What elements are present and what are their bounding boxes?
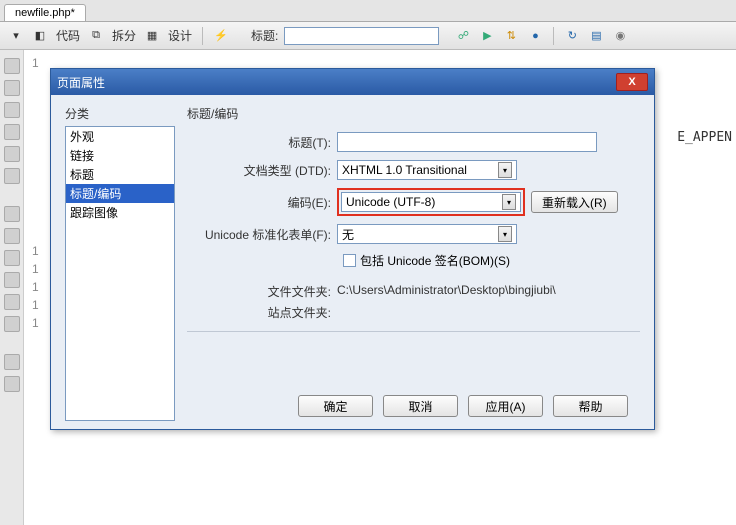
split-view-icon[interactable]: ⧉: [86, 26, 106, 46]
chevron-down-icon[interactable]: ▾: [498, 226, 512, 242]
encoding-highlight: Unicode (UTF-8) ▾: [337, 188, 525, 216]
chevron-down-icon[interactable]: ▾: [502, 194, 516, 210]
globe-icon[interactable]: ●: [525, 26, 545, 46]
file-tab[interactable]: newfile.php*: [4, 4, 86, 21]
reload-button[interactable]: 重新载入(R): [531, 191, 618, 213]
bom-checkbox-label[interactable]: 包括 Unicode 签名(BOM)(S): [360, 252, 510, 269]
line-number: 1: [32, 56, 39, 70]
filefolder-label: 文件文件夹:: [187, 283, 337, 300]
title-field[interactable]: [337, 132, 597, 152]
toolbar: ▾ ◧ 代码 ⧉ 拆分 ▦ 设计 ⚡ 标题: ☍ ▶ ⇅ ● ↻ ▤ ◉: [0, 22, 736, 50]
separator: [553, 27, 554, 45]
bom-checkbox[interactable]: [343, 254, 356, 267]
left-toolbar: [0, 50, 24, 525]
strip-icon[interactable]: [4, 294, 20, 310]
strip-icon[interactable]: [4, 376, 20, 392]
strip-icon[interactable]: [4, 58, 20, 74]
line-number: 1: [32, 262, 39, 276]
line-number: 1: [32, 298, 39, 312]
filefolder-value: C:\Users\Administrator\Desktop\bingjiubi…: [337, 283, 556, 300]
category-item-tracing[interactable]: 跟踪图像: [66, 203, 174, 222]
strip-icon[interactable]: [4, 168, 20, 184]
ok-button[interactable]: 确定: [298, 395, 373, 417]
strip-icon[interactable]: [4, 124, 20, 140]
normform-label: Unicode 标准化表单(F):: [187, 226, 337, 243]
list-icon[interactable]: ▤: [586, 26, 606, 46]
category-item-title-encoding[interactable]: 标题/编码: [66, 184, 174, 203]
separator: [202, 27, 203, 45]
apply-button[interactable]: 应用(A): [468, 395, 543, 417]
dtd-label: 文档类型 (DTD):: [187, 162, 337, 179]
encoding-label: 编码(E):: [187, 194, 337, 211]
line-number: 1: [32, 316, 39, 330]
category-list[interactable]: 外观 链接 标题 标题/编码 跟踪图像: [65, 126, 175, 421]
normform-combo[interactable]: 无 ▾: [337, 224, 517, 244]
category-column: 分类 外观 链接 标题 标题/编码 跟踪图像: [65, 105, 175, 421]
category-item-appearance[interactable]: 外观: [66, 127, 174, 146]
dialog-button-row: 确定 取消 应用(A) 帮助: [187, 395, 640, 417]
encoding-value: Unicode (UTF-8): [346, 195, 435, 209]
strip-icon[interactable]: [4, 206, 20, 222]
code-view-icon[interactable]: ◧: [30, 26, 50, 46]
close-button[interactable]: X: [616, 73, 648, 91]
title-label: 标题:: [249, 27, 280, 44]
separator-line: [187, 331, 640, 332]
design-view-label[interactable]: 设计: [166, 27, 194, 44]
strip-icon[interactable]: [4, 146, 20, 162]
section-label: 标题/编码: [187, 105, 640, 122]
strip-icon[interactable]: [4, 250, 20, 266]
tool-icon-2[interactable]: ▶: [477, 26, 497, 46]
dialog-titlebar[interactable]: 页面属性 X: [51, 69, 654, 95]
strip-icon[interactable]: [4, 272, 20, 288]
dtd-combo[interactable]: XHTML 1.0 Transitional ▾: [337, 160, 517, 180]
line-number: 1: [32, 280, 39, 294]
title-input[interactable]: [284, 27, 439, 45]
design-view-icon[interactable]: ▦: [142, 26, 162, 46]
dropdown-icon[interactable]: ▾: [6, 26, 26, 46]
category-item-links[interactable]: 链接: [66, 146, 174, 165]
dtd-value: XHTML 1.0 Transitional: [342, 163, 467, 177]
normform-value: 无: [342, 226, 354, 243]
split-view-label[interactable]: 拆分: [110, 27, 138, 44]
page-properties-dialog: 页面属性 X 分类 外观 链接 标题 标题/编码 跟踪图像 标题/编码 标题(T…: [50, 68, 655, 430]
title-field-label: 标题(T):: [187, 134, 337, 151]
sitefolder-label: 站点文件夹:: [187, 304, 337, 321]
refresh-icon[interactable]: ↻: [562, 26, 582, 46]
dialog-title: 页面属性: [57, 74, 616, 91]
tab-bar: newfile.php*: [0, 0, 736, 22]
code-fragment: E_APPEN: [677, 130, 732, 145]
form-column: 标题/编码 标题(T): 文档类型 (DTD): XHTML 1.0 Trans…: [187, 105, 640, 421]
live-view-icon[interactable]: ⚡: [211, 26, 231, 46]
tool-icon-1[interactable]: ☍: [453, 26, 473, 46]
categories-label: 分类: [65, 105, 175, 122]
tool-icon-3[interactable]: ⇅: [501, 26, 521, 46]
strip-icon[interactable]: [4, 102, 20, 118]
strip-icon[interactable]: [4, 228, 20, 244]
code-view-label[interactable]: 代码: [54, 27, 82, 44]
cancel-button[interactable]: 取消: [383, 395, 458, 417]
line-number: 1: [32, 244, 39, 258]
eye-icon[interactable]: ◉: [610, 26, 630, 46]
category-item-headings[interactable]: 标题: [66, 165, 174, 184]
strip-icon[interactable]: [4, 316, 20, 332]
help-button[interactable]: 帮助: [553, 395, 628, 417]
chevron-down-icon[interactable]: ▾: [498, 162, 512, 178]
strip-icon[interactable]: [4, 354, 20, 370]
strip-icon[interactable]: [4, 80, 20, 96]
encoding-combo[interactable]: Unicode (UTF-8) ▾: [341, 192, 521, 212]
